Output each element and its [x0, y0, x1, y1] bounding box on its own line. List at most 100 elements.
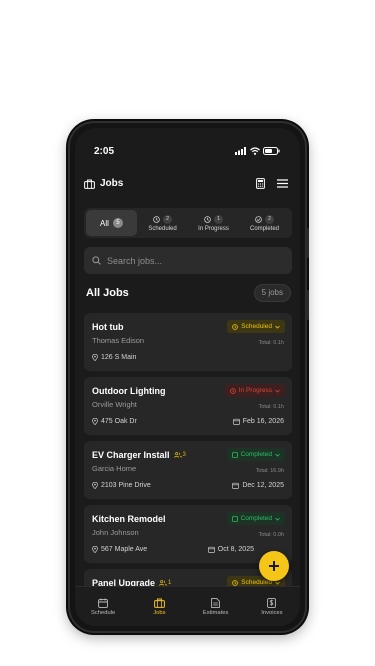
users-icon: [173, 452, 182, 458]
app-header: Jobs: [75, 178, 300, 194]
status-label: Completed: [240, 515, 272, 522]
briefcase-icon: [153, 598, 165, 608]
tab-count-badge: 2: [163, 214, 172, 224]
battery-icon: [263, 147, 280, 155]
job-client: Thomas Edison: [92, 336, 145, 345]
job-card[interactable]: Outdoor Lighting Orville Wright In Progr…: [84, 377, 292, 435]
job-address: 2103 Pine Drive: [92, 482, 151, 489]
job-client: John Johnson: [92, 528, 139, 537]
tab-in-progress[interactable]: 1 In Progress: [188, 210, 239, 236]
job-card[interactable]: EV Charger Install 3 Garcia Home Complet…: [84, 441, 292, 499]
search-icon: [92, 256, 101, 265]
list-header: All Jobs 5 jobs: [85, 284, 291, 302]
job-name: Kitchen Remodel: [92, 514, 166, 524]
chevron-down-icon: [275, 325, 280, 329]
header-actions: [256, 178, 288, 189]
status-dropdown[interactable]: In Progress: [224, 384, 285, 397]
job-total-hours: Total: 0.0h: [258, 532, 284, 538]
phone-frame: 2:05 Jobs All 5 2 Scheduled 1 In Progres…: [68, 121, 307, 633]
tab-completed[interactable]: 2 Completed: [239, 210, 290, 236]
tab-label: In Progress: [198, 226, 229, 232]
check-circle-icon: [255, 215, 262, 223]
invoice-dollar-icon: [267, 597, 277, 608]
job-address-text: 475 Oak Dr: [101, 418, 137, 425]
tab-scheduled[interactable]: 2 Scheduled: [137, 210, 188, 236]
job-total-hours: Total: 16.9h: [255, 468, 284, 474]
nav-item-jobs[interactable]: Jobs: [131, 587, 187, 626]
check-square-icon: [231, 451, 238, 458]
calculator-icon[interactable]: [256, 178, 265, 189]
clock-icon: [229, 387, 236, 394]
chevron-down-icon: [275, 581, 280, 585]
page-title: Jobs: [100, 178, 124, 189]
job-client: Garcia Home: [92, 464, 137, 473]
tab-label: All: [100, 218, 109, 228]
status-label: In Progress: [238, 387, 272, 394]
calendar-icon: [232, 418, 240, 425]
status-label: Scheduled: [241, 579, 272, 586]
header-title-group: Jobs: [84, 178, 123, 189]
job-name-row: Hot tub: [92, 322, 124, 332]
phone-side-button: [306, 228, 309, 258]
calendar-icon: [98, 598, 108, 608]
menu-icon[interactable]: [277, 179, 288, 188]
status-filter-tabs: All 5 2 Scheduled 1 In Progress 2 Comple…: [84, 208, 292, 238]
status-label: Completed: [240, 451, 272, 458]
chevron-down-icon: [275, 389, 280, 393]
job-card[interactable]: Kitchen Remodel John Johnson Completed T…: [84, 505, 292, 563]
nav-label: Invoices: [261, 609, 283, 616]
signal-icon: [235, 147, 246, 155]
job-address: 126 S Main: [92, 354, 136, 361]
phone-side-button: [306, 290, 309, 320]
briefcase-icon: [84, 179, 95, 189]
status-dropdown[interactable]: Completed: [226, 448, 285, 461]
chevron-down-icon: [275, 453, 280, 457]
status-icons: [235, 147, 280, 155]
job-date-text: Feb 16, 2026: [242, 418, 284, 425]
job-date: Oct 8, 2025: [207, 546, 254, 553]
calendar-icon: [232, 482, 240, 489]
check-square-icon: [231, 515, 238, 522]
crew-count-text: 3: [182, 452, 186, 458]
status-dropdown[interactable]: Scheduled: [227, 320, 285, 333]
job-name: Hot tub: [92, 322, 124, 332]
job-name: Outdoor Lighting: [92, 386, 166, 396]
tab-count-badge: 1: [214, 214, 223, 224]
tab-count-badge: 5: [112, 218, 123, 228]
nav-item-schedule[interactable]: Schedule: [75, 587, 131, 626]
job-date: Dec 12, 2025: [232, 482, 284, 489]
job-name-row: Kitchen Remodel: [92, 514, 166, 524]
job-address-text: 567 Maple Ave: [101, 546, 148, 553]
add-job-button[interactable]: [259, 551, 289, 581]
job-total-hours: Total: 0.1h: [258, 340, 284, 346]
nav-item-invoices[interactable]: Invoices: [244, 587, 300, 626]
wifi-icon: [250, 147, 260, 155]
tab-count-badge: 2: [265, 214, 274, 224]
search-input[interactable]: [107, 255, 277, 266]
map-pin-icon: [92, 546, 98, 553]
clock-icon: [232, 323, 239, 330]
tab-all[interactable]: All 5: [86, 210, 137, 236]
calendar-icon: [207, 546, 215, 553]
nav-item-estimates[interactable]: Estimates: [188, 587, 244, 626]
clock-icon: [204, 215, 211, 223]
nav-label: Schedule: [91, 609, 116, 616]
search-bar: [84, 247, 292, 274]
clock-icon: [153, 215, 160, 223]
status-time: 2:05: [94, 146, 115, 157]
job-address: 567 Maple Ave: [92, 546, 147, 553]
job-date-text: Oct 8, 2025: [217, 546, 254, 553]
job-address-text: 2103 Pine Drive: [101, 482, 151, 489]
document-icon: [211, 597, 220, 608]
tab-label: Completed: [249, 226, 279, 232]
jobs-count-badge: 5 jobs: [253, 284, 291, 302]
map-pin-icon: [92, 354, 98, 361]
list-title: All Jobs: [86, 287, 129, 299]
nav-label: Jobs: [153, 609, 166, 616]
job-card[interactable]: Hot tub Thomas Edison Scheduled Total: 0…: [84, 313, 292, 371]
job-name-row: Outdoor Lighting: [92, 386, 165, 396]
status-dropdown[interactable]: Completed: [226, 512, 285, 525]
job-address-text: 126 S Main: [101, 354, 137, 361]
job-address: 475 Oak Dr: [92, 418, 137, 425]
nav-label: Estimates: [202, 609, 229, 616]
